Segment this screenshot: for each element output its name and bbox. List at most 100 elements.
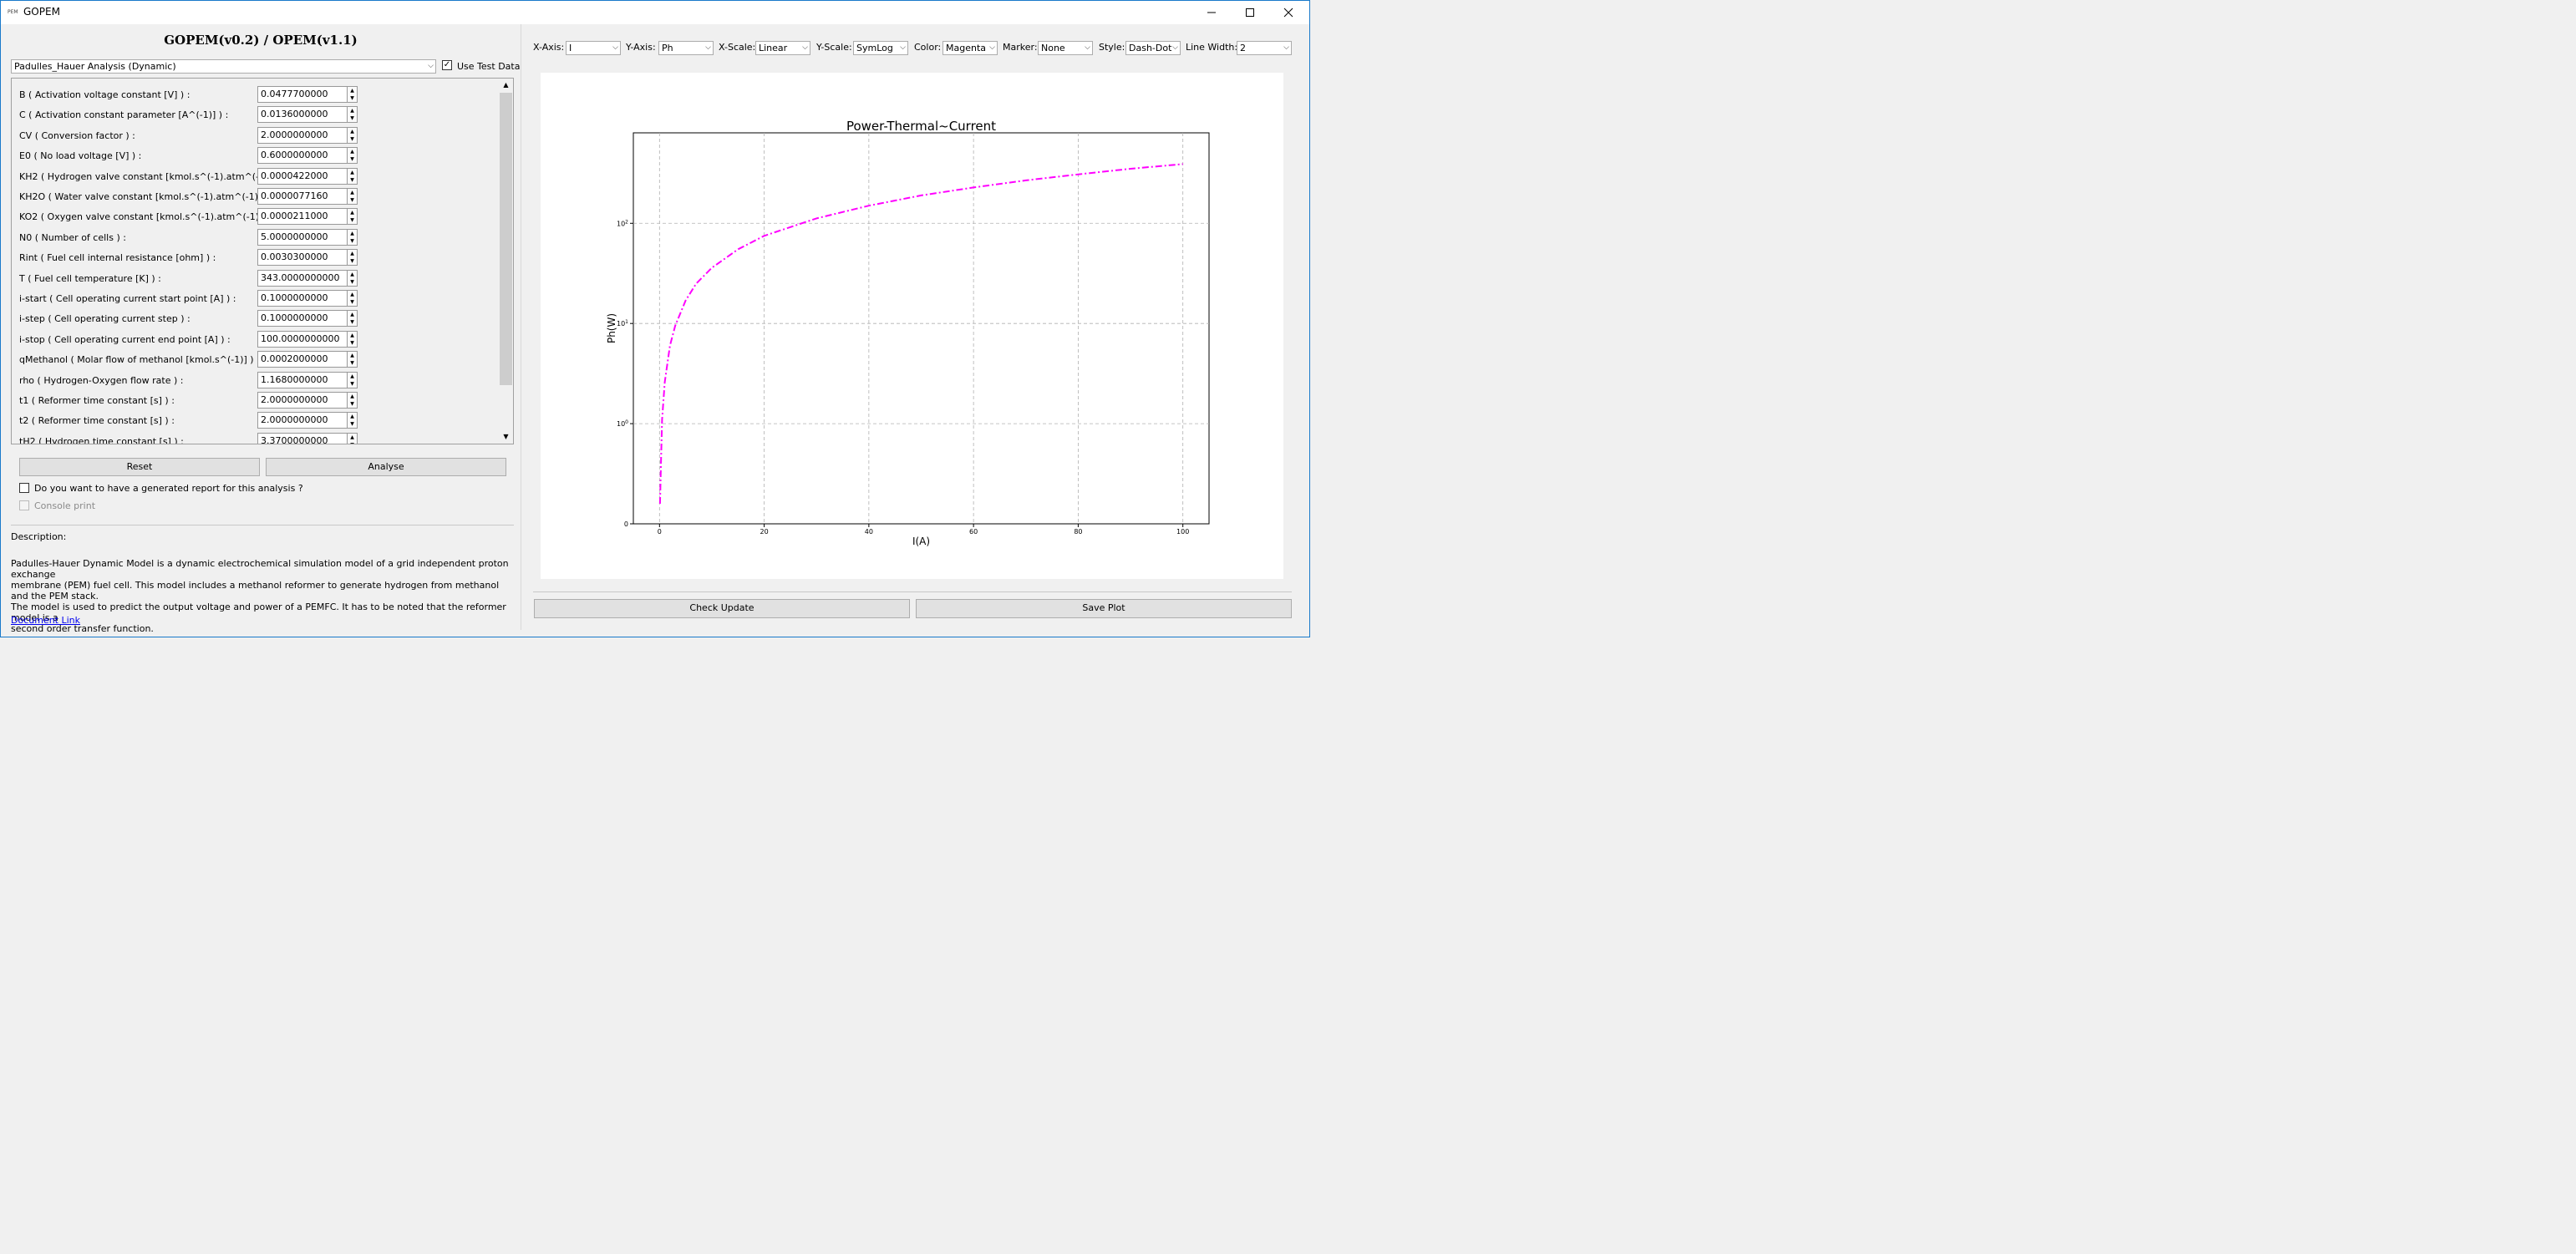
- parameter-spinbox[interactable]: 0.0030300000: [257, 249, 348, 267]
- parameter-spinbox[interactable]: 3.3700000000: [257, 432, 348, 444]
- parameter-spinbox[interactable]: 2.0000000000: [257, 392, 348, 409]
- marker-select[interactable]: None ⌵: [1038, 41, 1093, 55]
- parameter-spinbox[interactable]: 0.0002000000: [257, 351, 348, 368]
- model-select[interactable]: Padulles_Hauer Analysis (Dynamic) ⌵: [11, 59, 436, 74]
- spin-buttons[interactable]: ▲▼: [348, 290, 358, 307]
- spin-up-icon[interactable]: ▲: [348, 352, 357, 359]
- color-select[interactable]: Magenta ⌵: [943, 41, 998, 55]
- spin-up-icon[interactable]: ▲: [348, 291, 357, 298]
- document-link[interactable]: Document Link: [11, 615, 80, 626]
- spin-buttons[interactable]: ▲▼: [348, 249, 358, 267]
- parameter-spinbox[interactable]: 0.0136000000: [257, 106, 348, 124]
- spin-up-icon[interactable]: ▲: [348, 393, 357, 400]
- spin-down-icon[interactable]: ▼: [348, 420, 357, 428]
- spin-buttons[interactable]: ▲▼: [348, 208, 358, 226]
- scroll-up-icon[interactable]: ▲: [499, 79, 513, 92]
- spin-up-icon[interactable]: ▲: [348, 148, 357, 155]
- parameter-spinbox[interactable]: 0.6000000000: [257, 147, 348, 165]
- spin-up-icon[interactable]: ▲: [348, 373, 357, 380]
- parameter-spinbox[interactable]: 2.0000000000: [257, 412, 348, 429]
- spin-down-icon[interactable]: ▼: [348, 257, 357, 265]
- spin-up-icon[interactable]: ▲: [348, 434, 357, 441]
- parameter-row: i-stop ( Cell operating current end poin…: [12, 330, 505, 350]
- spin-buttons[interactable]: ▲▼: [348, 126, 358, 144]
- spin-down-icon[interactable]: ▼: [348, 216, 357, 224]
- reset-button[interactable]: Reset: [19, 458, 260, 476]
- window-title: GOPEM: [23, 6, 60, 18]
- x-axis-select[interactable]: I ⌵: [566, 41, 621, 55]
- parameter-spinbox[interactable]: 0.0000077160: [257, 188, 348, 205]
- parameter-spinbox[interactable]: 5.0000000000: [257, 228, 348, 246]
- style-select[interactable]: Dash-Dot ⌵: [1125, 41, 1181, 55]
- parameter-spinbox[interactable]: 2.0000000000: [257, 126, 348, 144]
- parameter-spinbox[interactable]: 0.1000000000: [257, 310, 348, 327]
- spin-up-icon[interactable]: ▲: [348, 250, 357, 257]
- spin-down-icon[interactable]: ▼: [348, 400, 357, 408]
- spin-buttons[interactable]: ▲▼: [348, 269, 358, 287]
- spin-up-icon[interactable]: ▲: [348, 413, 357, 420]
- spin-buttons[interactable]: ▲▼: [348, 106, 358, 124]
- spin-buttons[interactable]: ▲▼: [348, 412, 358, 429]
- spin-down-icon[interactable]: ▼: [348, 359, 357, 367]
- spin-down-icon[interactable]: ▼: [348, 94, 357, 102]
- parameter-spinbox[interactable]: 343.0000000000: [257, 269, 348, 287]
- spin-down-icon[interactable]: ▼: [348, 339, 357, 347]
- spin-up-icon[interactable]: ▲: [348, 169, 357, 176]
- spin-down-icon[interactable]: ▼: [348, 318, 357, 326]
- spin-down-icon[interactable]: ▼: [348, 278, 357, 286]
- spin-down-icon[interactable]: ▼: [348, 155, 357, 163]
- spin-down-icon[interactable]: ▼: [348, 441, 357, 444]
- parameter-spinbox[interactable]: 0.1000000000: [257, 290, 348, 307]
- analyse-button[interactable]: Analyse: [266, 458, 506, 476]
- parameter-label: rho ( Hydrogen-Oxygen flow rate ) :: [19, 374, 184, 386]
- spin-up-icon[interactable]: ▲: [348, 87, 357, 94]
- scroll-down-icon[interactable]: ▼: [499, 430, 513, 444]
- spin-down-icon[interactable]: ▼: [348, 196, 357, 204]
- maximize-icon[interactable]: [1231, 1, 1269, 24]
- spin-up-icon[interactable]: ▲: [348, 107, 357, 114]
- spin-buttons[interactable]: ▲▼: [348, 228, 358, 246]
- spin-up-icon[interactable]: ▲: [348, 128, 357, 135]
- close-icon[interactable]: [1269, 1, 1308, 24]
- spin-down-icon[interactable]: ▼: [348, 114, 357, 122]
- x-scale-select[interactable]: Linear ⌵: [755, 41, 810, 55]
- spin-buttons[interactable]: ▲▼: [348, 351, 358, 368]
- scrollbar-thumb[interactable]: [500, 93, 512, 385]
- parameter-spinbox[interactable]: 1.1680000000: [257, 371, 348, 388]
- spin-down-icon[interactable]: ▼: [348, 135, 357, 143]
- spin-up-icon[interactable]: ▲: [348, 332, 357, 339]
- report-checkbox[interactable]: [19, 483, 29, 493]
- check-update-button[interactable]: Check Update: [534, 599, 910, 618]
- spin-down-icon[interactable]: ▼: [348, 176, 357, 184]
- use-test-data-checkbox[interactable]: ✓: [442, 60, 452, 70]
- spin-buttons[interactable]: ▲▼: [348, 330, 358, 348]
- parameter-row: CV ( Conversion factor ) : 2.0000000000 ▲ ▼: [12, 126, 505, 146]
- y-axis-select[interactable]: Ph ⌵: [658, 41, 714, 55]
- spin-up-icon[interactable]: ▲: [348, 189, 357, 196]
- parameter-spinbox[interactable]: 0.0477700000: [257, 86, 348, 103]
- spin-buttons[interactable]: ▲▼: [348, 432, 358, 444]
- parameter-spinbox[interactable]: 0.0000422000: [257, 167, 348, 185]
- parameter-spinbox[interactable]: 100.0000000000: [257, 330, 348, 348]
- spin-buttons[interactable]: ▲▼: [348, 310, 358, 327]
- y-scale-select[interactable]: SymLog ⌵: [853, 41, 908, 55]
- parameters-scrollbar[interactable]: ▲ ▼: [499, 79, 513, 444]
- spin-buttons[interactable]: ▲▼: [348, 371, 358, 388]
- spin-buttons[interactable]: ▲▼: [348, 86, 358, 103]
- console-print-checkbox[interactable]: [19, 500, 29, 510]
- spin-down-icon[interactable]: ▼: [348, 237, 357, 245]
- spin-up-icon[interactable]: ▲: [348, 311, 357, 318]
- line-width-select[interactable]: 2 ⌵: [1237, 41, 1292, 55]
- spin-down-icon[interactable]: ▼: [348, 380, 357, 388]
- spin-up-icon[interactable]: ▲: [348, 230, 357, 237]
- spin-buttons[interactable]: ▲▼: [348, 167, 358, 185]
- spin-buttons[interactable]: ▲▼: [348, 392, 358, 409]
- spin-up-icon[interactable]: ▲: [348, 209, 357, 216]
- spin-buttons[interactable]: ▲▼: [348, 188, 358, 205]
- spin-up-icon[interactable]: ▲: [348, 271, 357, 278]
- minimize-icon[interactable]: [1192, 1, 1231, 24]
- parameter-spinbox[interactable]: 0.0000211000: [257, 208, 348, 226]
- save-plot-button[interactable]: Save Plot: [916, 599, 1292, 618]
- spin-down-icon[interactable]: ▼: [348, 298, 357, 306]
- spin-buttons[interactable]: ▲▼: [348, 147, 358, 165]
